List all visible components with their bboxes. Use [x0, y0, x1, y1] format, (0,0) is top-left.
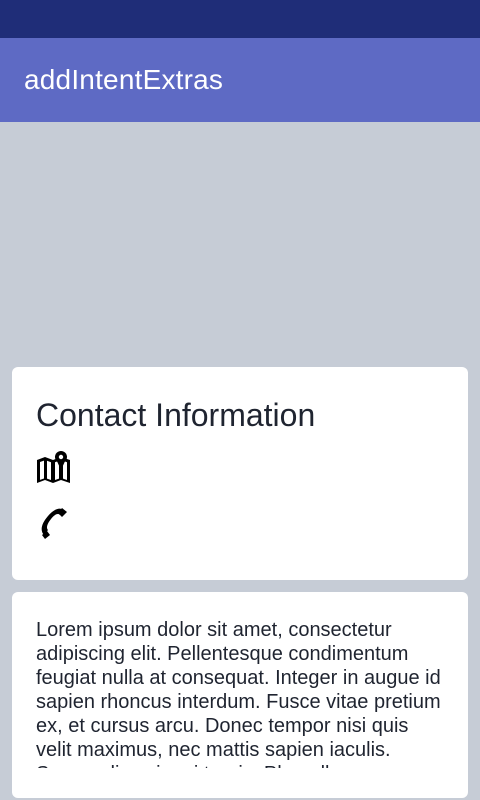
contact-card: Contact Information	[12, 367, 468, 580]
map-icon[interactable]	[36, 450, 72, 486]
phone-row[interactable]	[36, 495, 444, 549]
app-bar: addIntentExtras	[0, 38, 480, 122]
description-text: Lorem ipsum dolor sit amet, consectetur …	[36, 619, 441, 768]
description-card: Lorem ipsum dolor sit amet, consectetur …	[12, 592, 468, 798]
contact-title: Contact Information	[36, 397, 316, 433]
app-title: addIntentExtras	[24, 64, 224, 95]
map-row[interactable]	[36, 441, 444, 495]
status-bar	[0, 0, 480, 38]
phone-icon[interactable]	[36, 504, 72, 540]
